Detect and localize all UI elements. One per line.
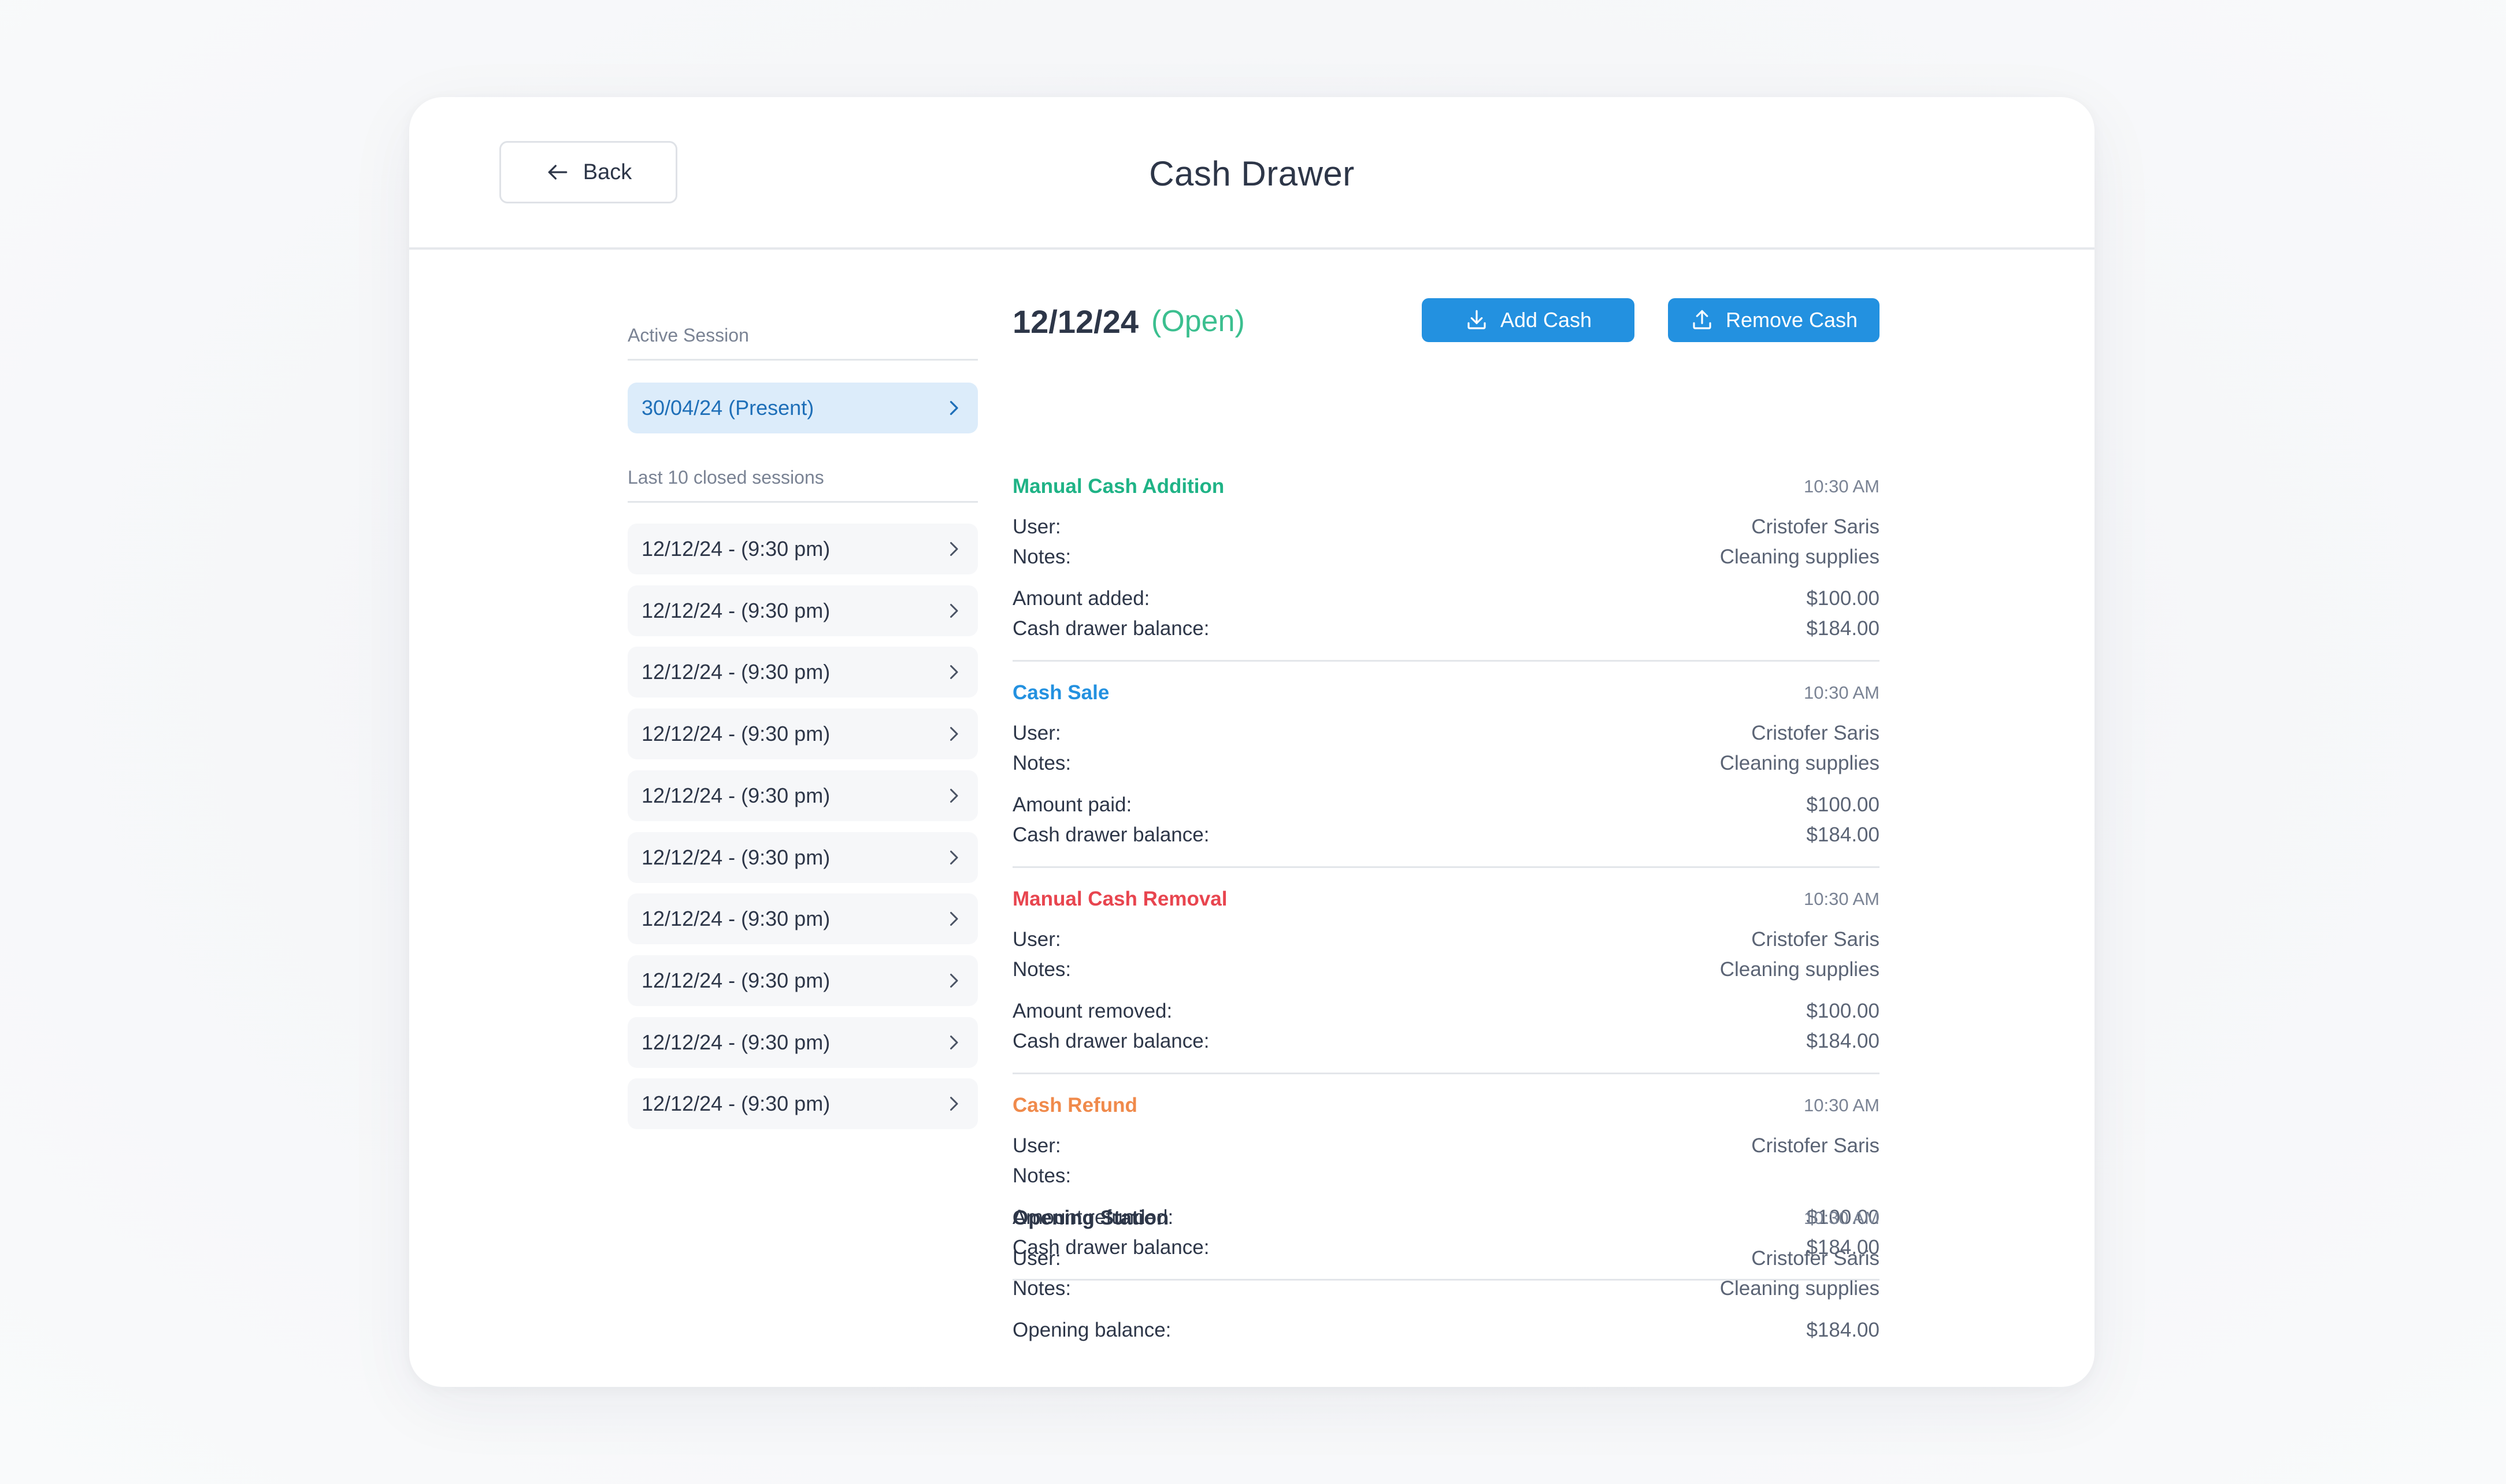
chevron-right-icon — [950, 665, 958, 680]
add-cash-label: Add Cash — [1500, 308, 1592, 332]
closed-session-item[interactable]: 12/12/24 - (9:30 pm) — [628, 585, 978, 636]
add-cash-button[interactable]: Add Cash — [1422, 298, 1634, 342]
user-label: User: — [1013, 515, 1061, 538]
notes-label: Notes: — [1013, 546, 1072, 568]
entry-title: Opening Station — [1013, 1207, 1169, 1229]
active-session-item[interactable]: 30/04/24 (Present) — [628, 383, 978, 433]
user-label: User: — [1013, 928, 1061, 951]
notes-value: Cleaning supplies — [1719, 1277, 1880, 1300]
closed-session-item[interactable]: 12/12/24 - (9:30 pm) — [628, 708, 978, 760]
opening-balance-label: Opening balance: — [1013, 1319, 1172, 1341]
opening-balance-value: $184.00 — [1806, 1319, 1880, 1341]
user-value: Cristofer Saris — [1751, 515, 1880, 538]
chevron-right-icon — [950, 727, 958, 741]
amount-value: $100.00 — [1806, 793, 1880, 816]
back-button-label: Back — [583, 159, 632, 184]
closed-session-date: 12/12/24 - (9:30 pm) — [642, 722, 831, 746]
user-label: User: — [1013, 722, 1061, 744]
notes-label: Notes: — [1013, 958, 1072, 981]
header: Back Cash Drawer — [409, 97, 2094, 250]
user-value: Cristofer Saris — [1751, 1134, 1880, 1157]
active-session-label: Active Session — [628, 325, 978, 361]
closed-session-item[interactable]: 12/12/24 - (9:30 pm) — [628, 524, 978, 574]
closed-session-item[interactable]: 12/12/24 - (9:30 pm) — [628, 893, 978, 945]
remove-cash-button[interactable]: Remove Cash — [1668, 298, 1880, 342]
chevron-right-icon — [950, 850, 958, 865]
closed-session-item[interactable]: 12/12/24 - (9:30 pm) — [628, 770, 978, 821]
closed-session-date: 12/12/24 - (9:30 pm) — [642, 783, 831, 807]
notes-label: Notes: — [1013, 1277, 1072, 1300]
chevron-right-icon — [950, 973, 958, 988]
amount-value: $100.00 — [1806, 1000, 1880, 1022]
closed-session-date: 12/12/24 - (9:30 pm) — [642, 598, 831, 622]
active-session-date: 30/04/24 (Present) — [642, 396, 814, 420]
entry-title: Manual Cash Addition — [1013, 475, 1225, 498]
amount-label: Amount paid: — [1013, 793, 1132, 816]
entry-divider — [1013, 660, 1880, 662]
amount-label: Amount added: — [1013, 587, 1150, 610]
user-label: User: — [1013, 1247, 1061, 1270]
entry-title: Cash Refund — [1013, 1094, 1137, 1116]
download-icon — [1467, 310, 1486, 329]
closed-session-date: 12/12/24 - (9:30 pm) — [642, 1030, 831, 1054]
chevron-right-icon — [950, 788, 958, 803]
session-date: 12/12/24 — [1013, 303, 1139, 340]
chevron-right-icon — [950, 912, 958, 926]
balance-label: Cash drawer balance: — [1013, 617, 1210, 640]
entry-title: Cash Sale — [1013, 681, 1110, 704]
closed-session-date: 12/12/24 - (9:30 pm) — [642, 537, 831, 561]
notes-value: Cleaning supplies — [1719, 546, 1880, 568]
balance-label: Cash drawer balance: — [1013, 1030, 1210, 1052]
balance-value: $184.00 — [1806, 1030, 1880, 1052]
user-value: Cristofer Saris — [1751, 928, 1880, 951]
entry-time: 10:30 AM — [1804, 682, 1880, 703]
user-value: Cristofer Saris — [1751, 1247, 1880, 1270]
balance-value: $184.00 — [1806, 823, 1880, 846]
entry-time: 10:30 AM — [1804, 476, 1880, 496]
balance-label: Cash drawer balance: — [1013, 823, 1210, 846]
notes-value: Cleaning supplies — [1719, 752, 1880, 774]
entry-divider — [1013, 866, 1880, 868]
closed-session-item[interactable]: 12/12/24 - (9:30 pm) — [628, 1078, 978, 1130]
closed-session-item[interactable]: 12/12/24 - (9:30 pm) — [628, 647, 978, 698]
entry-divider — [1013, 1073, 1880, 1074]
closed-session-date: 12/12/24 - (9:30 pm) — [642, 907, 831, 931]
closed-session-date: 12/12/24 - (9:30 pm) — [642, 845, 831, 869]
closed-sessions-label: Last 10 closed sessions — [628, 467, 978, 503]
closed-session-item[interactable]: 12/12/24 - (9:30 pm) — [628, 832, 978, 883]
cash-drawer-card: Back Cash Drawer Active Session 30/04/24… — [409, 97, 2094, 1387]
closed-session-item[interactable]: 12/12/24 - (9:30 pm) — [628, 955, 978, 1006]
remove-cash-label: Remove Cash — [1725, 308, 1858, 332]
entry-time: 10:30 AM — [1804, 1095, 1880, 1115]
upload-icon — [1693, 310, 1711, 329]
chevron-right-icon — [950, 400, 958, 415]
entry-time: 10:30 AM — [1804, 889, 1880, 909]
session-header: 12/12/24 (Open) — [1013, 298, 1245, 344]
chevron-right-icon — [950, 542, 958, 556]
entry-title: Manual Cash Removal — [1013, 888, 1228, 910]
session-status: (Open) — [1151, 305, 1245, 338]
amount-label: Amount removed: — [1013, 1000, 1173, 1022]
notes-label: Notes: — [1013, 1164, 1072, 1187]
balance-value: $184.00 — [1806, 617, 1880, 640]
closed-session-date: 12/12/24 - (9:30 pm) — [642, 660, 831, 684]
user-label: User: — [1013, 1134, 1061, 1157]
notes-value: Cleaning supplies — [1719, 958, 1880, 981]
chevron-right-icon — [950, 603, 958, 618]
notes-label: Notes: — [1013, 752, 1072, 774]
chevron-right-icon — [950, 1035, 958, 1049]
entry-time: 10:30 AM — [1804, 1208, 1880, 1228]
chevron-right-icon — [950, 1097, 958, 1111]
closed-session-date: 12/12/24 - (9:30 pm) — [642, 968, 831, 992]
closed-session-item[interactable]: 12/12/24 - (9:30 pm) — [628, 1016, 978, 1068]
back-button[interactable]: Back — [499, 141, 677, 203]
closed-session-date: 12/12/24 - (9:30 pm) — [642, 1092, 831, 1116]
arrow-left-icon — [548, 165, 568, 180]
amount-value: $100.00 — [1806, 587, 1880, 610]
user-value: Cristofer Saris — [1751, 722, 1880, 744]
